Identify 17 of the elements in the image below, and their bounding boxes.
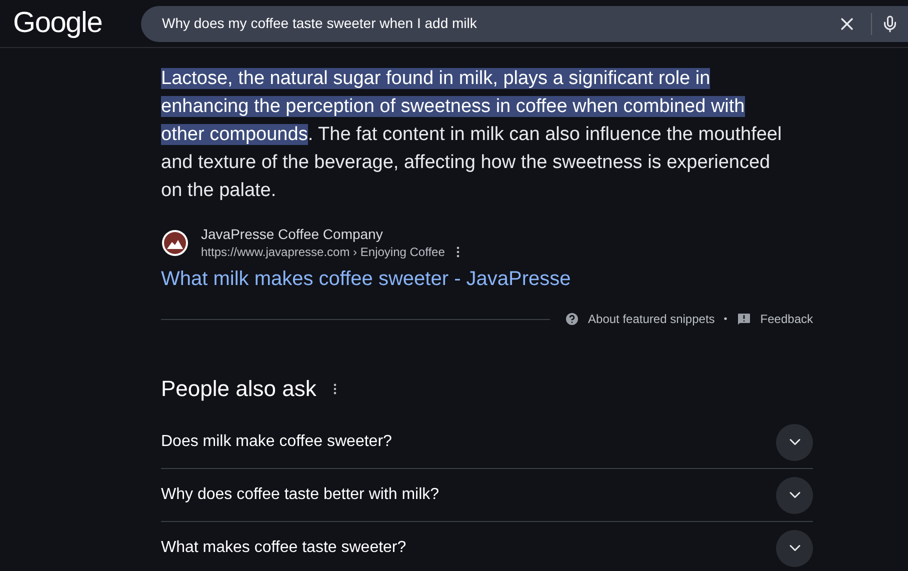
- help-icon[interactable]: [564, 311, 580, 327]
- snippet-paragraph: Lactose, the natural sugar found in milk, plays a significant role in enhancing the perception of sweetness in coffee when combined with other compounds. The fat content in milk can also influence the mouthfeel and texture of the beverage, affecting how the sweetness is experienced on the palate.: [161, 67, 783, 203]
- about-link[interactable]: About featured snippets: [588, 310, 715, 328]
- source-name: JavaPresse Coffee Company: [201, 225, 384, 243]
- feedback-link[interactable]: Feedback: [760, 310, 813, 328]
- feedback-icon[interactable]: [736, 311, 752, 327]
- search-field[interactable]: Why does my coffee taste sweeter when I add milk: [141, 6, 908, 42]
- section-title: People also ask: [161, 375, 316, 403]
- question-text[interactable]: Does milk make coffee sweeter?: [161, 430, 776, 454]
- microphone-icon[interactable]: [881, 14, 899, 32]
- coffee-logo-icon: [161, 229, 189, 257]
- separator-dot: •: [724, 312, 728, 326]
- question-text[interactable]: What makes coffee taste sweeter?: [161, 536, 776, 560]
- google-logo[interactable]: Google: [13, 2, 123, 46]
- question-text[interactable]: Why does coffee taste better with milk?: [161, 483, 776, 507]
- result-link[interactable]: What milk makes coffee sweeter - JavaPresse: [161, 266, 813, 292]
- source-url: https://www.javapresse.com › Enjoying Coffee: [201, 244, 445, 261]
